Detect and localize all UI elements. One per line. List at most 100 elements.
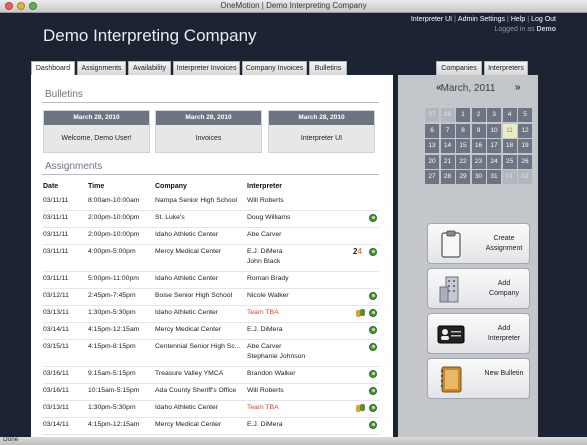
dashboard-panel: Bulletins March 28, 2010 Welcome, Demo U… — [31, 75, 393, 445]
tab-availability[interactable]: Availability — [128, 61, 171, 75]
row-time: 2:00pm-10:00pm — [88, 231, 140, 238]
person-icon[interactable] — [369, 370, 377, 378]
table-row[interactable]: 03/15/11 4:15pm-8:15pm Centennial Senior H… — [43, 343, 379, 369]
table-row[interactable]: 03/14/11 4:15pm-12:15am Mercy Medical Cent… — [43, 421, 379, 437]
admin-settings-link[interactable]: Admin Settings — [458, 16, 505, 23]
row-divider — [43, 271, 379, 272]
calendar-day[interactable]: 27 — [425, 170, 439, 184]
calendar-day[interactable]: 23 — [471, 154, 486, 169]
tab-companies[interactable]: Companies — [436, 61, 482, 75]
person-icon[interactable] — [369, 387, 377, 395]
row-interpreter: Abe Carver — [247, 231, 282, 238]
calendar-day[interactable]: 15 — [456, 139, 470, 153]
row-divider — [43, 322, 379, 323]
log-out-link[interactable]: Log Out — [531, 16, 556, 23]
interpreter-ui-link[interactable]: Interpreter UI — [411, 16, 452, 23]
bulletin-title: Invoices — [195, 135, 222, 142]
table-row[interactable]: 03/14/11 4:15pm-12:15am Mercy Medical Cent… — [43, 326, 379, 342]
calendar-day[interactable]: 7 — [440, 123, 455, 138]
calendar-day[interactable]: 18 — [502, 139, 517, 153]
calendar-day[interactable]: 20 — [425, 154, 439, 169]
row-date: 03/11/11 — [43, 275, 69, 282]
calendar-day[interactable]: 19 — [518, 139, 532, 153]
row-divider — [43, 339, 379, 340]
row-date: 03/13/11 — [43, 404, 69, 411]
create-assignment-button[interactable]: Create Assignment — [427, 223, 530, 264]
person-icon[interactable] — [369, 309, 377, 317]
bulletin-card[interactable]: March 28, 2010 Interpreter UI — [268, 110, 375, 153]
row-company: St. Luke's — [155, 214, 185, 221]
calendar-next-button[interactable]: » — [515, 82, 521, 93]
calendar-day[interactable]: 28 — [440, 170, 455, 184]
calendar-day[interactable]: 16 — [471, 139, 486, 153]
calendar-day[interactable]: 9 — [471, 123, 486, 138]
bulletin-card[interactable]: March 28, 2010 Invoices — [155, 110, 262, 153]
tab-bulletins[interactable]: Bulletins — [309, 61, 347, 75]
calendar-day[interactable]: 01 — [502, 170, 517, 184]
calendar-day[interactable]: 29 — [456, 170, 470, 184]
tab-assignments[interactable]: Assignments — [77, 61, 126, 75]
person-icon[interactable] — [369, 214, 377, 222]
bulletin-card[interactable]: March 28, 2010 Welcome, Demo User! — [43, 110, 150, 153]
calendar-day[interactable]: 28 — [440, 108, 455, 122]
table-row[interactable]: 03/11/11 2:00pm-10:00pm St. Luke's Doug Wil… — [43, 214, 379, 230]
tab-company-invoices[interactable]: Company Invoices — [242, 61, 307, 75]
calendar-day[interactable]: 30 — [471, 170, 486, 184]
table-row[interactable]: 03/11/11 2:00pm-10:00pm Idaho Athletic Cen… — [43, 231, 379, 247]
person-icon[interactable] — [369, 248, 377, 256]
calendar-day[interactable]: 13 — [425, 139, 439, 153]
table-row[interactable]: 03/13/11 1:30pm-5:30pm Idaho Athletic Cent… — [43, 404, 379, 420]
calendar-day[interactable]: 4 — [502, 108, 517, 122]
bulletin-date: March 28, 2010 — [44, 111, 149, 125]
table-row[interactable]: 03/11/11 4:00pm-5:00pm Mercy Medical Cente… — [43, 247, 379, 274]
calendar-day[interactable]: 26 — [518, 154, 532, 169]
person-icon[interactable] — [369, 404, 377, 412]
calendar-day[interactable]: 31 — [487, 170, 501, 184]
table-row[interactable]: 03/13/11 1:30pm-5:30pm Idaho Athletic Cent… — [43, 309, 379, 325]
calendar-day[interactable]: 02 — [518, 170, 532, 184]
person-icon[interactable] — [369, 292, 377, 300]
calendar-day[interactable]: 27 — [425, 108, 439, 122]
calendar-day-today[interactable]: 11 — [502, 123, 517, 138]
calendar-day[interactable]: 6 — [425, 123, 439, 138]
add-interpreter-button[interactable]: Add Interpreter — [427, 313, 530, 354]
new-bulletin-button[interactable]: New Bulletin — [427, 358, 530, 399]
add-company-button[interactable]: Add Company — [427, 268, 530, 309]
help-link[interactable]: Help — [511, 16, 525, 23]
calendar-day[interactable]: 3 — [487, 108, 501, 122]
row-interpreter[interactable]: Team TBA — [247, 309, 279, 316]
table-row[interactable]: 03/11/11 5:00pm-11:00pm Idaho Athletic Cen… — [43, 275, 379, 291]
tab-interpreter-invoices[interactable]: Interpreter Invoices — [173, 61, 240, 75]
column-header-date: Date — [43, 183, 59, 190]
calendar-day[interactable]: 10 — [487, 123, 501, 138]
row-date: 03/16/11 — [43, 370, 69, 377]
tab-dashboard[interactable]: Dashboard — [31, 61, 75, 76]
row-date: 03/11/11 — [43, 197, 69, 204]
tab-interpreters[interactable]: Interpreters — [484, 61, 528, 75]
row-interpreter: Brandon Walker — [247, 370, 296, 377]
table-row[interactable]: 03/12/11 2:45pm-7:45pm Boise Senior High S… — [43, 292, 379, 308]
calendar-day[interactable]: 5 — [518, 108, 532, 122]
calendar-day[interactable]: 24 — [487, 154, 501, 169]
calendar-day[interactable]: 14 — [440, 139, 455, 153]
calendar-day[interactable]: 12 — [518, 123, 532, 138]
new-bulletin-label: New Bulletin — [484, 370, 524, 377]
table-row[interactable]: 03/16/11 10:15am-5:15pm Ada County Sheriff… — [43, 387, 379, 403]
row-interpreter[interactable]: Team TBA — [247, 404, 279, 411]
table-row[interactable]: 03/11/11 8:00am-10:00am Nampa Senior High … — [43, 197, 379, 213]
calendar-day[interactable]: 2 — [471, 108, 486, 122]
person-icon[interactable] — [369, 421, 377, 429]
person-icon[interactable] — [369, 326, 377, 334]
calendar-day[interactable]: 25 — [502, 154, 517, 169]
calendar-day[interactable]: 22 — [456, 154, 470, 169]
person-icon[interactable] — [369, 343, 377, 351]
team-icon[interactable] — [356, 404, 366, 412]
calendar-day[interactable]: 17 — [487, 139, 501, 153]
calendar-day[interactable]: 8 — [456, 123, 470, 138]
calendar-day[interactable]: 21 — [440, 154, 455, 169]
table-row[interactable]: 03/16/11 9:15am-5:15pm Treasure Valley YMC… — [43, 370, 379, 386]
calendar-day[interactable]: 1 — [456, 108, 470, 122]
row-date: 03/11/11 — [43, 248, 69, 255]
window-title: OneMotion | Demo Interpreting Company — [220, 1, 367, 10]
team-icon[interactable] — [356, 309, 366, 317]
